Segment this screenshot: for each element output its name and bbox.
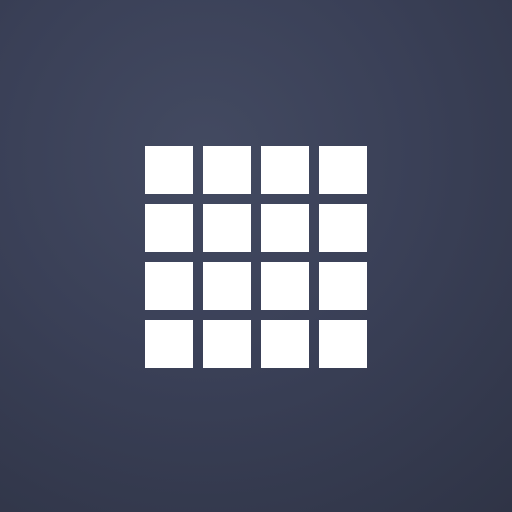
- grid-cell-5: [145, 204, 193, 252]
- grid-icon: [145, 146, 367, 368]
- grid-cell-3: [261, 146, 309, 194]
- grid-cell-4: [319, 146, 367, 194]
- grid-cell-10: [203, 262, 251, 310]
- grid-cell-12: [319, 262, 367, 310]
- grid-cell-11: [261, 262, 309, 310]
- grid-cell-6: [203, 204, 251, 252]
- app-icon[interactable]: [0, 0, 512, 512]
- grid-cell-8: [319, 204, 367, 252]
- grid-cell-1: [145, 146, 193, 194]
- grid-cell-15: [261, 320, 309, 368]
- grid-cell-9: [145, 262, 193, 310]
- grid-cell-7: [261, 204, 309, 252]
- grid-cell-2: [203, 146, 251, 194]
- grid-cell-16: [319, 320, 367, 368]
- grid-cell-14: [203, 320, 251, 368]
- grid-cell-13: [145, 320, 193, 368]
